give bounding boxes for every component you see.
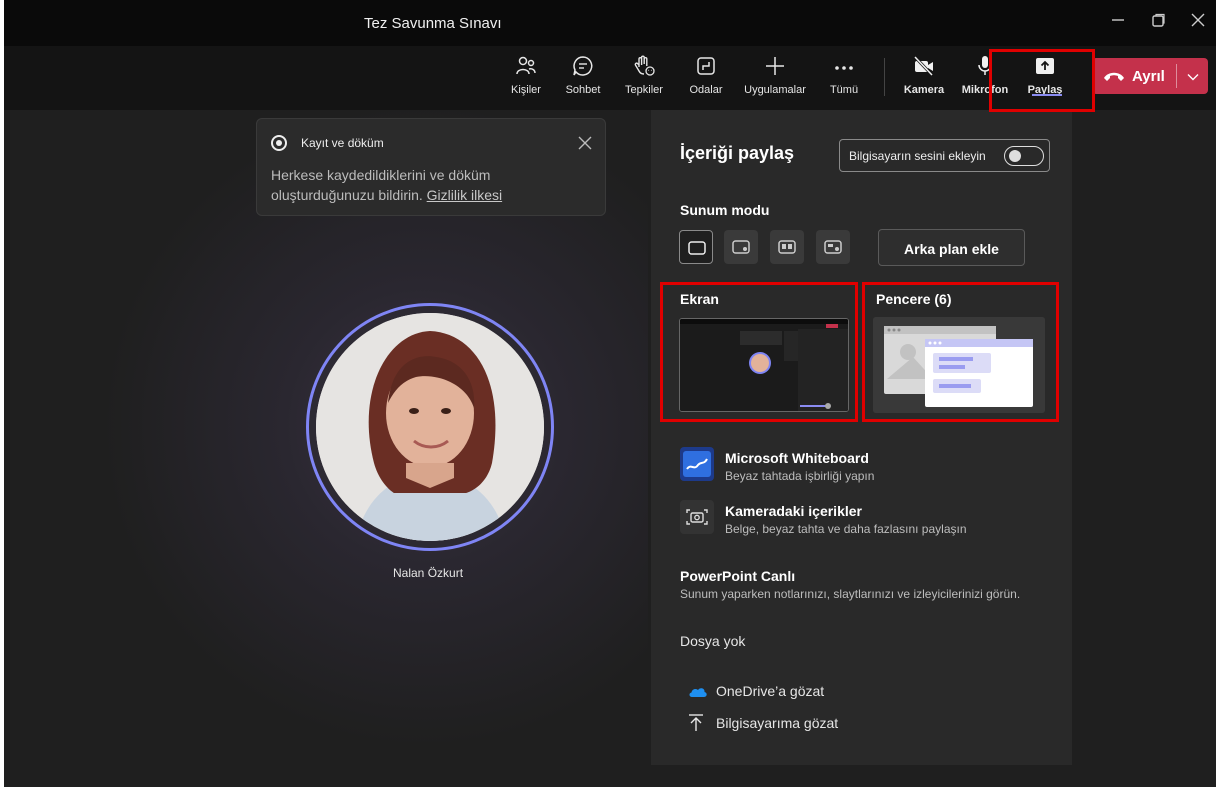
notice-title: Kayıt ve döküm	[301, 136, 384, 150]
whiteboard-subtitle: Beyaz tahtada işbirliği yapın	[725, 469, 875, 483]
screen-label: Ekran	[680, 291, 719, 307]
chat-icon	[561, 54, 605, 80]
whiteboard-title[interactable]: Microsoft Whiteboard	[725, 450, 869, 466]
toolbar-divider	[884, 58, 885, 96]
add-background-button[interactable]: Arka plan ekle	[878, 229, 1025, 266]
microphone-icon	[958, 54, 1012, 80]
camera-content-icon	[680, 500, 714, 534]
people-icon	[506, 54, 546, 80]
camera-button[interactable]: Kamera	[900, 54, 948, 102]
avatar	[316, 313, 544, 541]
browse-computer-label: Bilgisayarıma gözat	[716, 715, 839, 731]
onedrive-cloud-icon	[689, 688, 707, 697]
presenter-mode-standout[interactable]	[724, 230, 758, 264]
browse-onedrive-label: OneDrive’a gözat	[716, 683, 825, 699]
leave-button-group: Ayrıl	[1092, 58, 1208, 94]
people-button[interactable]: Kişiler	[506, 54, 546, 102]
side-by-side-icon	[778, 240, 796, 254]
leave-button[interactable]: Ayrıl	[1092, 58, 1176, 94]
maximize-icon[interactable]	[1140, 8, 1176, 36]
window-thumbnail[interactable]	[873, 317, 1045, 413]
rooms-icon	[685, 54, 727, 80]
chat-button[interactable]: Sohbet	[561, 54, 605, 102]
screen-thumbnail[interactable]	[679, 318, 849, 412]
close-window-icon[interactable]	[1180, 8, 1216, 36]
reactions-button[interactable]: Tepkiler	[620, 54, 668, 102]
rooms-button[interactable]: Odalar	[685, 54, 727, 102]
system-audio-toggle[interactable]: Bilgisayarın sesini ekleyin	[839, 139, 1050, 172]
more-icon	[824, 54, 864, 80]
privacy-link[interactable]: Gizlilik ilkesi	[427, 187, 502, 203]
leave-divider	[1176, 64, 1177, 88]
powerpoint-live-title[interactable]: PowerPoint Canlı	[680, 568, 795, 584]
upload-arrow-icon	[689, 714, 703, 731]
panel-title: İçeriği paylaş	[680, 143, 795, 163]
participant-name: Nalan Özkurt	[393, 566, 464, 580]
window-title: Tez Savunma Sınavı	[364, 15, 502, 32]
content-only-icon	[688, 241, 706, 255]
camera-content-title[interactable]: Kameradaki içerikler	[725, 503, 862, 519]
hang-up-icon	[1104, 72, 1124, 81]
powerpoint-live-subtitle: Sunum yaparken notlarınızı, slaytlarınız…	[680, 587, 1021, 601]
presenter-mode-side-by-side[interactable]	[770, 230, 804, 264]
no-files-label: Dosya yok	[680, 633, 746, 649]
presenter-mode-content-only[interactable]	[679, 230, 713, 264]
meeting-toolbar: Kişiler Sohbet Tepkiler Odalar Uygulamal…	[4, 46, 1216, 110]
chevron-down-icon	[1187, 74, 1199, 81]
raise-hand-icon	[620, 54, 668, 80]
share-icon	[1022, 54, 1068, 80]
title-bar: Tez Savunma Sınavı	[4, 0, 1216, 46]
standout-icon	[732, 240, 750, 254]
teams-window: Tez Savunma Sınavı Kişiler Sohbet Tepkil…	[4, 0, 1216, 787]
presenter-mode-title: Sunum modu	[680, 202, 770, 218]
notice-body: Herkese kaydedildiklerini ve döküm oluşt…	[271, 167, 503, 203]
record-icon	[271, 135, 287, 151]
reporter-icon	[824, 240, 842, 254]
leave-options-button[interactable]	[1178, 58, 1208, 94]
share-active-indicator	[1032, 94, 1062, 96]
close-icon[interactable]	[575, 133, 595, 153]
whiteboard-icon	[680, 447, 714, 481]
camera-off-icon	[900, 54, 948, 80]
window-label: Pencere (6)	[876, 291, 952, 307]
recording-notice: Kayıt ve döküm Herkese kaydedildiklerini…	[256, 118, 606, 216]
presenter-mode-reporter[interactable]	[816, 230, 850, 264]
more-button[interactable]: Tümü	[824, 54, 864, 102]
toggle-switch[interactable]	[1004, 146, 1044, 166]
minimize-icon[interactable]	[1100, 8, 1136, 36]
microphone-button[interactable]: Mikrofon	[958, 54, 1012, 102]
apps-button[interactable]: Uygulamalar	[740, 54, 810, 102]
camera-content-subtitle: Belge, beyaz tahta ve daha fazlasını pay…	[725, 522, 967, 536]
plus-icon	[740, 54, 810, 80]
